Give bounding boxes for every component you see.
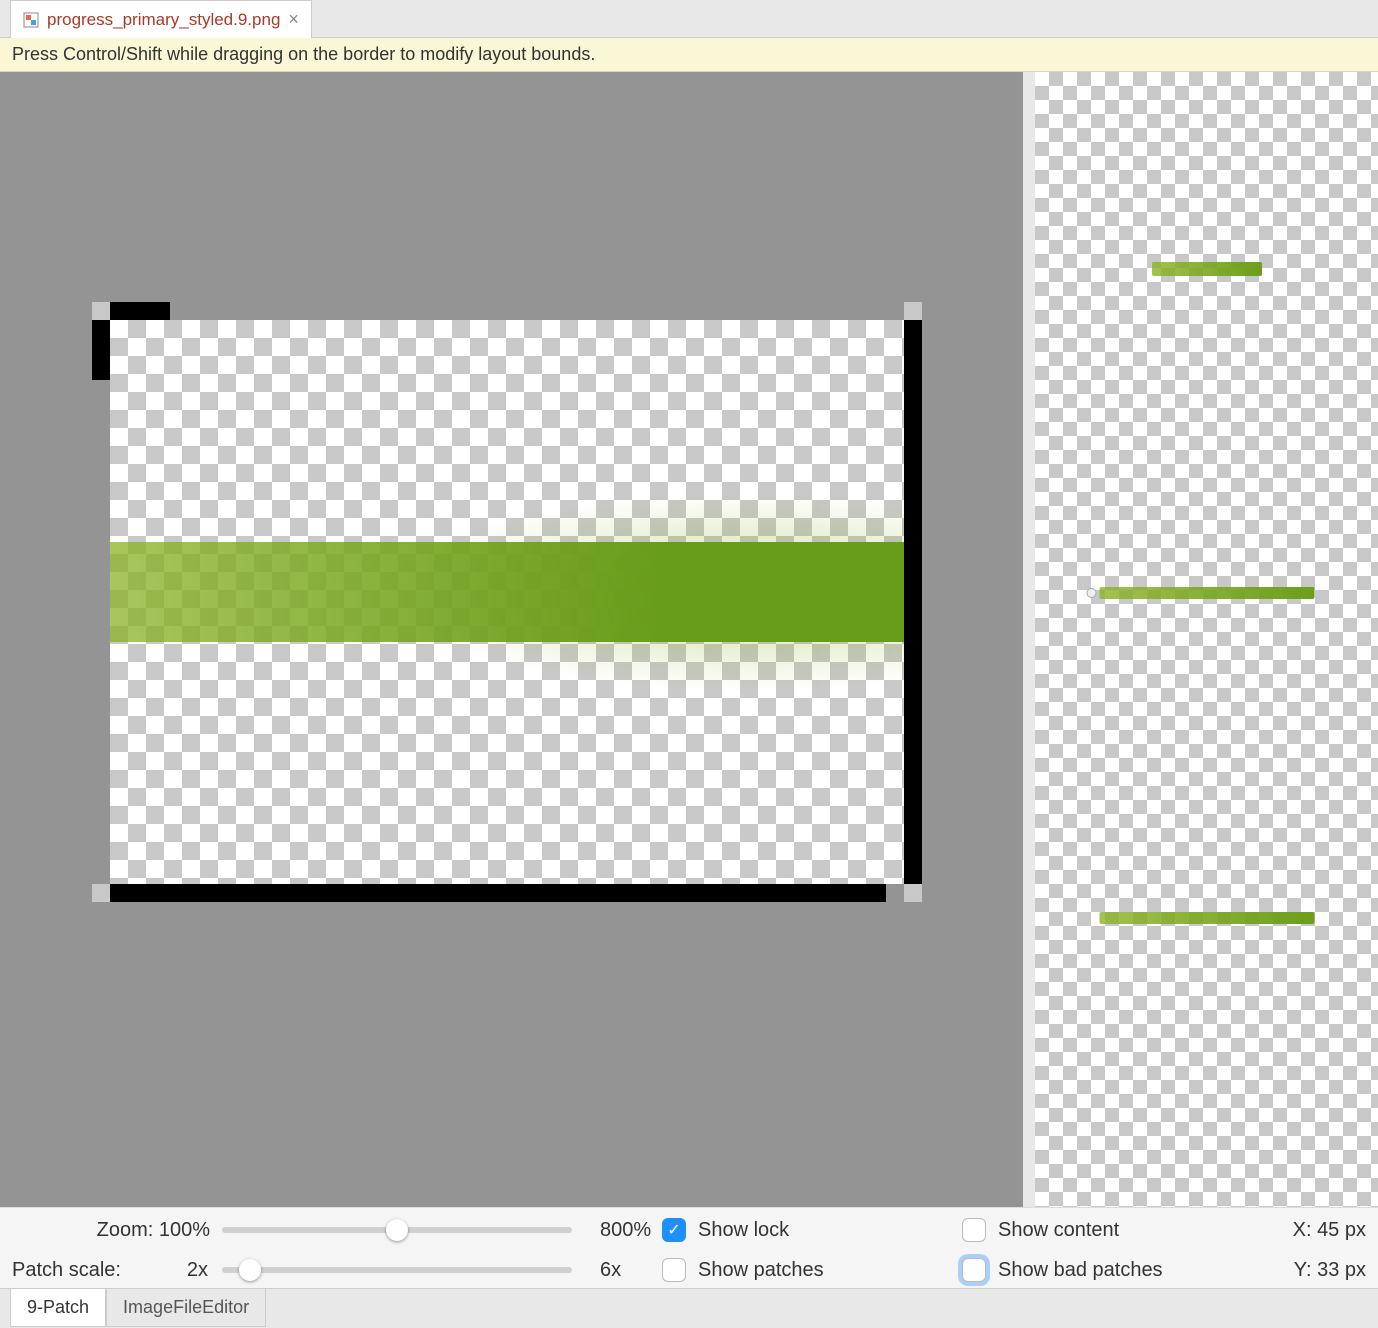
checkbox-icon: ✓ xyxy=(662,1218,686,1242)
corner-marker xyxy=(904,302,922,320)
show-lock-checkbox[interactable]: ✓ Show lock xyxy=(662,1218,962,1242)
file-tab[interactable]: progress_primary_styled.9.png × xyxy=(10,0,312,38)
patch-marker-top[interactable] xyxy=(110,302,170,320)
scale-max-label: 6x xyxy=(572,1259,662,1282)
image-file-icon xyxy=(23,12,39,28)
patch-marker-bottom[interactable] xyxy=(110,884,886,902)
canvas-panel[interactable] xyxy=(0,72,1035,1207)
show-lock-label: Show lock xyxy=(698,1219,789,1242)
hint-bar: Press Control/Shift while dragging on th… xyxy=(0,38,1378,72)
show-content-label: Show content xyxy=(998,1219,1119,1242)
preview-sample-medium xyxy=(1099,587,1314,599)
corner-marker xyxy=(904,884,922,902)
patch-marker-right[interactable] xyxy=(904,320,922,884)
scale-slider-track[interactable] xyxy=(222,1267,572,1273)
editor-mode-tabs: 9-Patch ImageFileEditor xyxy=(0,1288,1378,1328)
preview-resize-handle[interactable] xyxy=(1086,588,1096,598)
file-tab-bar: progress_primary_styled.9.png × xyxy=(0,0,1378,38)
zoom-label: Zoom: 100% xyxy=(12,1219,222,1242)
ninepatch-canvas[interactable] xyxy=(92,302,922,902)
show-content-checkbox[interactable]: Show content xyxy=(962,1218,1232,1242)
tab-image-file-editor[interactable]: ImageFileEditor xyxy=(106,1289,266,1327)
scale-min-label: 2x xyxy=(177,1259,222,1282)
scale-slider[interactable] xyxy=(222,1267,572,1273)
zoom-slider-track[interactable] xyxy=(222,1227,572,1233)
coord-y: Y: 33 px xyxy=(1232,1259,1366,1282)
scale-slider-thumb[interactable] xyxy=(239,1259,261,1281)
preview-background xyxy=(1035,72,1378,1207)
editor-area xyxy=(0,72,1378,1207)
preview-sample-small xyxy=(1152,262,1262,276)
file-tab-name: progress_primary_styled.9.png xyxy=(47,10,280,30)
show-patches-checkbox[interactable]: Show patches xyxy=(662,1258,962,1282)
coord-x: X: 45 px xyxy=(1232,1219,1366,1242)
close-icon[interactable]: × xyxy=(288,9,299,30)
image-content xyxy=(110,320,904,884)
show-bad-patches-checkbox[interactable]: Show bad patches xyxy=(962,1258,1232,1282)
progress-bar-graphic xyxy=(110,542,904,642)
patch-marker-left[interactable] xyxy=(92,320,110,380)
show-bad-patches-label: Show bad patches xyxy=(998,1259,1163,1282)
preview-sample-large xyxy=(1099,912,1314,924)
show-patches-label: Show patches xyxy=(698,1259,824,1282)
corner-marker xyxy=(92,884,110,902)
checkbox-icon xyxy=(962,1258,986,1282)
corner-marker xyxy=(92,302,110,320)
checkbox-icon xyxy=(962,1218,986,1242)
checkbox-icon xyxy=(662,1258,686,1282)
zoom-slider-thumb[interactable] xyxy=(386,1219,408,1241)
controls-bar: Zoom: 100% 800% ✓ Show lock Show content… xyxy=(0,1207,1378,1288)
zoom-slider[interactable] xyxy=(222,1227,572,1233)
scale-label: Patch scale: xyxy=(12,1259,121,1282)
preview-panel xyxy=(1035,72,1378,1207)
zoom-max-label: 800% xyxy=(572,1219,662,1242)
tab-9patch[interactable]: 9-Patch xyxy=(10,1289,106,1327)
